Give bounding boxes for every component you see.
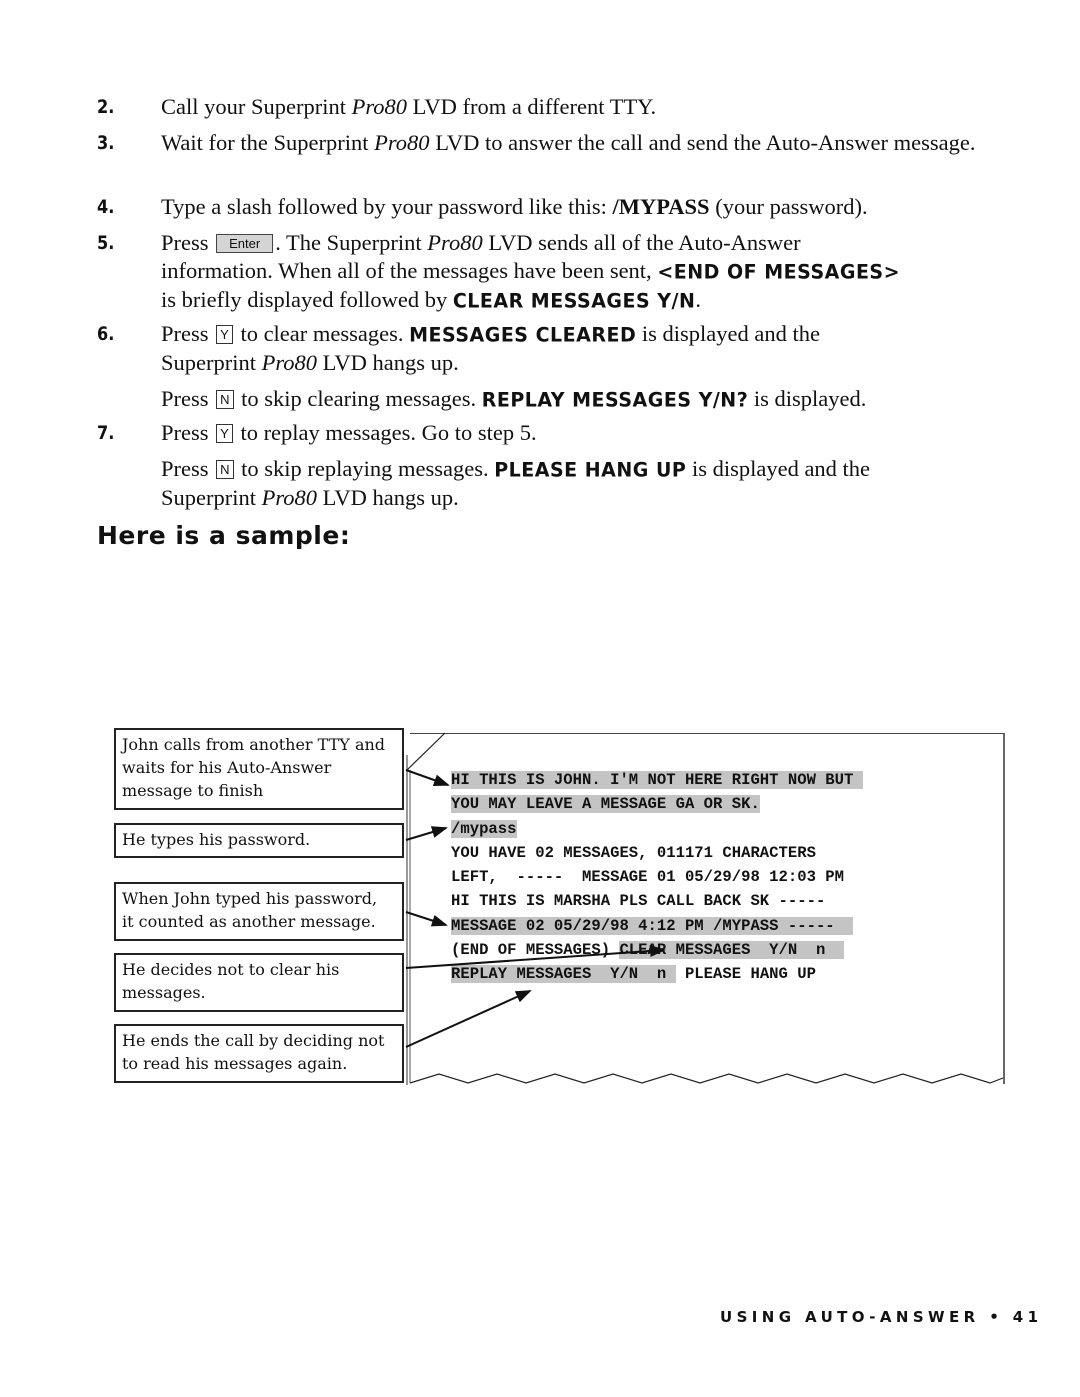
connector-arrow: [405, 769, 450, 786]
paper-fold-edge: [406, 732, 446, 771]
page-footer: USING AUTO-ANSWER • 41: [720, 1308, 1043, 1326]
connector-arrow: [405, 990, 532, 1048]
connector-arrow: [405, 944, 666, 969]
connector-arrow: [405, 911, 448, 927]
connector-arrow: [405, 826, 448, 841]
diagram-lines: [405, 732, 1004, 1084]
paper-tear-edge: [409, 1073, 1004, 1084]
